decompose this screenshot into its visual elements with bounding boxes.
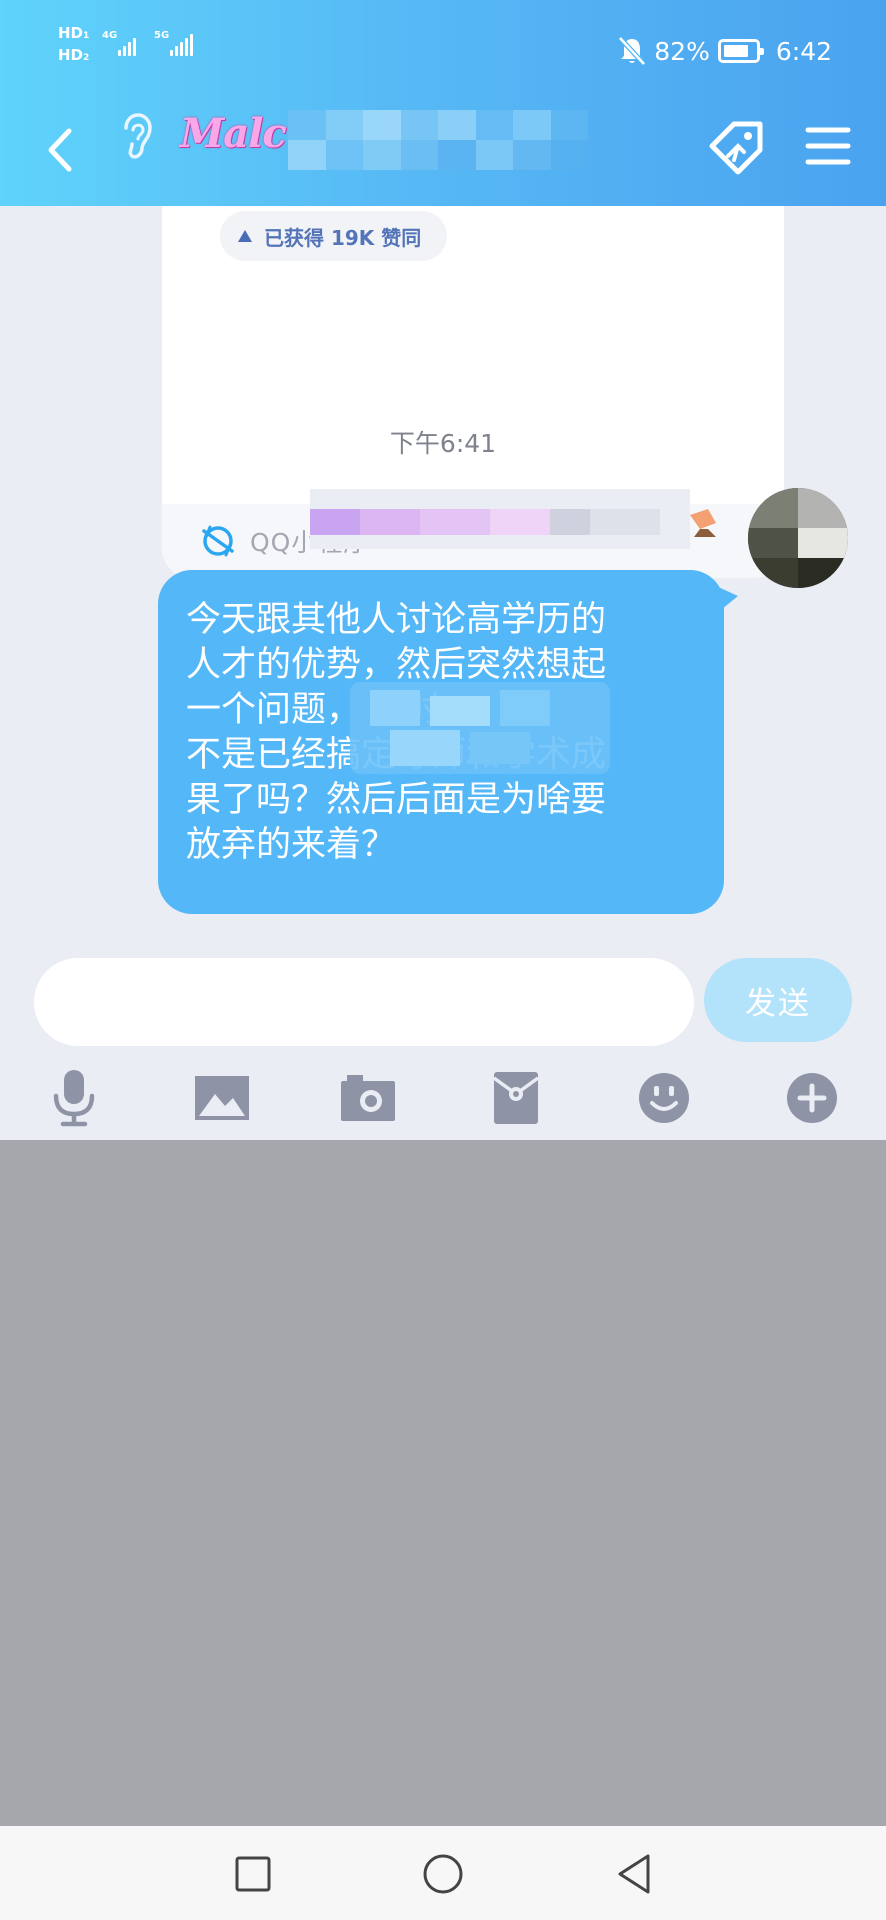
tag-share-icon[interactable] — [704, 116, 768, 180]
message-input[interactable] — [34, 958, 694, 1046]
home-button[interactable] — [415, 1846, 471, 1902]
message-timestamp: 下午6:41 — [389, 429, 497, 458]
battery-percent: 82% — [654, 36, 710, 66]
network-type-2: 5G — [154, 30, 170, 41]
message-line: 果了吗？然后后面是为啥要 — [186, 780, 607, 820]
triangle-back-icon — [618, 1854, 650, 1894]
likes-badge: 已获得 19K 赞同 — [220, 211, 448, 261]
avatar-image — [748, 488, 848, 588]
qq-mini-program-icon — [202, 525, 234, 557]
camera-button[interactable] — [328, 1058, 408, 1138]
redacted-message-mosaic — [350, 682, 610, 774]
avatar[interactable] — [748, 488, 848, 588]
clock: 6:42 — [775, 36, 832, 66]
camera-icon — [341, 1075, 395, 1121]
chevron-left-icon — [48, 128, 72, 172]
app-header: HD1 HD2 4G 5G 82% 6:42 Malc — [0, 0, 886, 206]
chat-title-bar: Malc — [0, 100, 886, 206]
signal-indicators: HD1 HD2 4G 5G — [58, 24, 208, 76]
signal-bars-1-icon — [118, 32, 136, 56]
keyboard-placeholder-area — [0, 1140, 886, 1826]
sim1-hd-indicator: HD1 — [58, 24, 90, 42]
sim2-hd-indicator: HD2 — [58, 46, 90, 64]
voice-button[interactable] — [34, 1058, 114, 1138]
system-navigation-bar — [0, 1826, 886, 1920]
emoji-button[interactable] — [624, 1058, 704, 1138]
network-type-1: 4G — [102, 30, 118, 41]
redacted-sender-nickname — [310, 489, 716, 549]
more-button[interactable] — [772, 1058, 852, 1138]
image-icon — [195, 1076, 249, 1120]
circle-icon — [423, 1854, 463, 1894]
emoji-icon — [639, 1073, 689, 1123]
battery-icon — [717, 39, 764, 63]
back-button[interactable] — [30, 120, 90, 180]
recent-apps-button[interactable] — [225, 1846, 281, 1902]
red-packet-icon — [492, 1072, 540, 1124]
message-line: 今天跟其他人讨论高学历的 — [186, 600, 607, 640]
contact-name: Malc — [180, 110, 287, 157]
plus-icon — [787, 1073, 837, 1123]
back-nav-button[interactable] — [606, 1846, 662, 1902]
status-right: 82% 6:42 — [618, 34, 832, 68]
status-bar: HD1 HD2 4G 5G 82% 6:42 — [0, 0, 886, 100]
redacted-name-mosaic — [288, 110, 588, 170]
message-line: 放弃的来着？ — [186, 825, 397, 865]
ear-icon[interactable] — [118, 110, 162, 160]
signal-bars-2-icon — [170, 32, 193, 56]
message-composer: 发送 — [0, 930, 886, 1140]
likes-text: 已获得 19K 赞同 — [264, 225, 422, 250]
chat-message-list[interactable]: 已获得 19K 赞同 QQ小程序 下午6:41 今天跟其他人讨论高学历的 人才的… — [0, 206, 886, 930]
composer-toolbar — [0, 1058, 886, 1138]
square-icon — [235, 1856, 271, 1892]
send-button[interactable]: 发送 — [704, 958, 852, 1042]
menu-icon[interactable] — [804, 122, 852, 170]
microphone-icon — [53, 1070, 95, 1127]
red-packet-button[interactable] — [476, 1058, 556, 1138]
photo-button[interactable] — [182, 1058, 262, 1138]
bell-muted-icon — [618, 36, 647, 66]
upvote-triangle-icon — [238, 230, 252, 242]
